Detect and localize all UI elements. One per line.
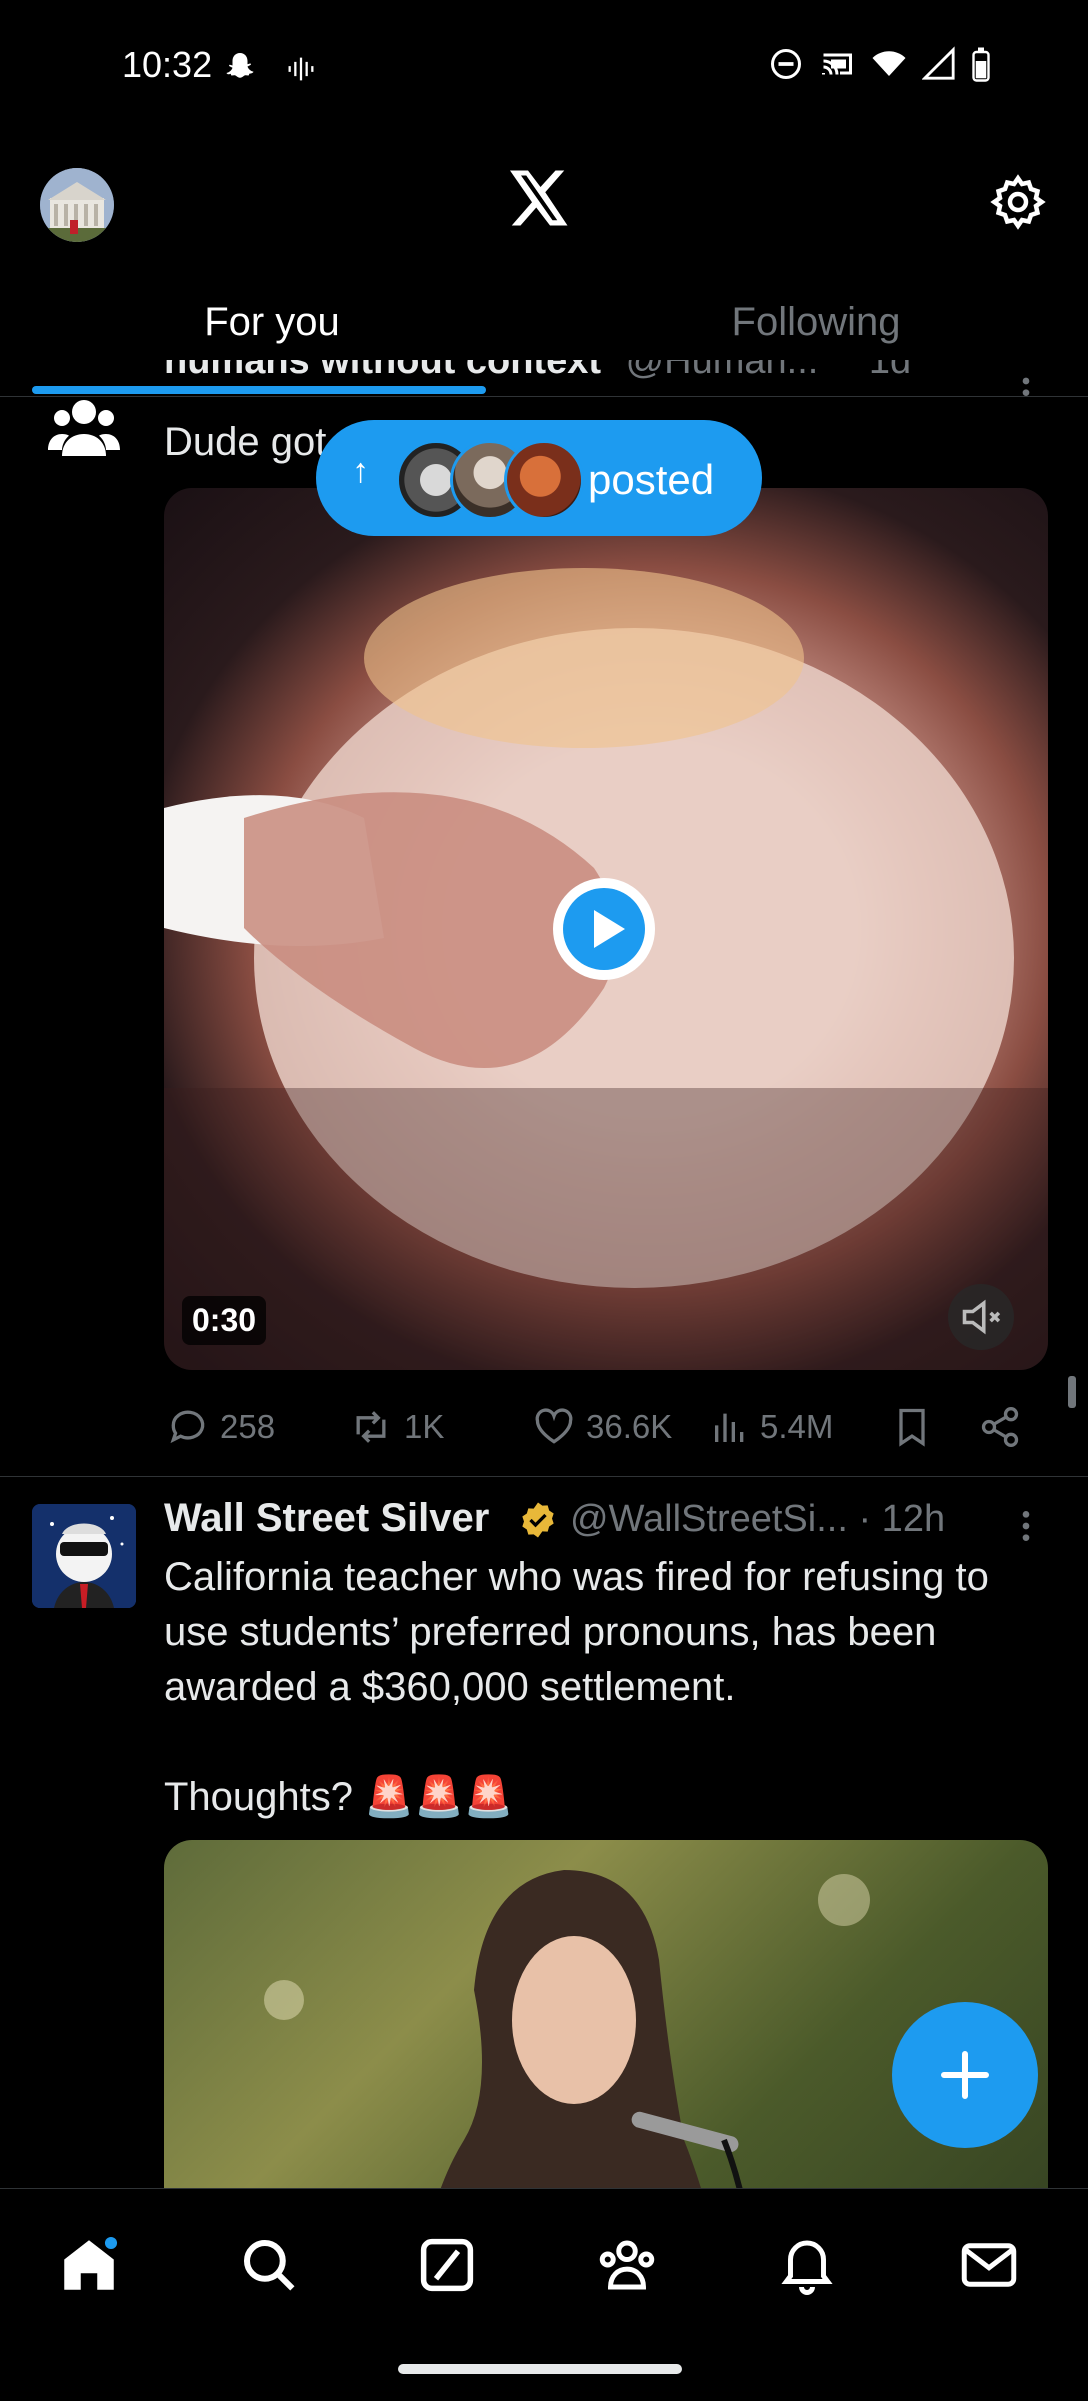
- video-duration: 0:30: [182, 1296, 267, 1345]
- communities-icon[interactable]: [594, 2232, 660, 2298]
- play-icon[interactable]: [563, 888, 645, 970]
- signal-icon: [922, 46, 955, 80]
- grok-icon[interactable]: [414, 2232, 480, 2298]
- post2-handle: @WallStreetSi...: [570, 1498, 848, 1540]
- post1-time: 1d: [868, 360, 912, 382]
- post2-author[interactable]: Wall Street Silver: [164, 1496, 489, 1541]
- tab-divider: [0, 396, 1088, 397]
- settings-gear-icon[interactable]: [988, 172, 1048, 237]
- do-not-disturb-icon: [771, 49, 801, 79]
- tab-for-you[interactable]: For you: [0, 300, 544, 345]
- messages-mail-icon[interactable]: [956, 2232, 1022, 2298]
- like-count: 36.6K: [586, 1408, 673, 1445]
- reply-icon: [170, 1410, 205, 1444]
- battery-icon: [972, 47, 990, 82]
- new-posts-label: posted: [588, 456, 715, 503]
- like-action[interactable]: 36.6K: [532, 1402, 672, 1452]
- voice-activity-icon: [284, 52, 318, 91]
- repost-count: 1K: [404, 1408, 445, 1445]
- gesture-home-bar[interactable]: [398, 2364, 682, 2374]
- home-icon[interactable]: [56, 2232, 122, 2298]
- more-options-icon[interactable]: [1010, 1506, 1042, 1551]
- post1-text: Dude got: [164, 420, 327, 464]
- post2-avatar[interactable]: [32, 1504, 136, 1608]
- reply-count: 258: [220, 1408, 276, 1445]
- cast-icon: [822, 53, 852, 75]
- post2-handle-time: @WallStreetSi... · 12h: [570, 1498, 945, 1541]
- post-separator: [0, 1476, 1088, 1477]
- repost-icon: [356, 1411, 386, 1443]
- post2-time: · 12h: [858, 1498, 946, 1540]
- views-action[interactable]: 5.4M: [710, 1402, 833, 1452]
- status-time: 10:32: [122, 44, 213, 85]
- poster-avatar-3: [504, 440, 584, 520]
- heart-icon: [535, 1408, 573, 1444]
- profile-avatar[interactable]: [40, 168, 114, 242]
- tab-following[interactable]: Following: [544, 300, 1088, 345]
- compose-fab[interactable]: [892, 2002, 1038, 2148]
- scrollbar-thumb[interactable]: [1068, 1376, 1076, 1408]
- post1-author[interactable]: humans without context: [164, 360, 601, 382]
- post1-more-options-icon[interactable]: [1010, 376, 1042, 401]
- mute-icon[interactable]: [948, 1284, 1014, 1350]
- share-icon[interactable]: [978, 1402, 1022, 1452]
- community-icon: [48, 396, 120, 465]
- arrow-up-icon: ↑: [352, 452, 369, 490]
- snapchat-icon: [222, 50, 258, 91]
- verified-gold-badge-icon: [518, 1500, 558, 1545]
- post2-text: California teacher who was fired for ref…: [164, 1555, 989, 1819]
- views-count: 5.4M: [760, 1408, 834, 1445]
- post1-header-partial: humans without context @Human... 1d: [164, 360, 911, 396]
- notifications-bell-icon[interactable]: [774, 2232, 840, 2298]
- views-chart-icon: [715, 1413, 744, 1442]
- reply-action[interactable]: 258: [166, 1402, 275, 1452]
- status-icons: [768, 46, 992, 82]
- x-logo-icon[interactable]: [510, 170, 570, 231]
- repost-action[interactable]: 1K: [348, 1402, 444, 1452]
- search-icon[interactable]: [236, 2232, 302, 2298]
- wifi-icon: [872, 51, 906, 76]
- post1-handle: @Human...: [625, 360, 819, 382]
- bookmark-icon[interactable]: [890, 1402, 934, 1452]
